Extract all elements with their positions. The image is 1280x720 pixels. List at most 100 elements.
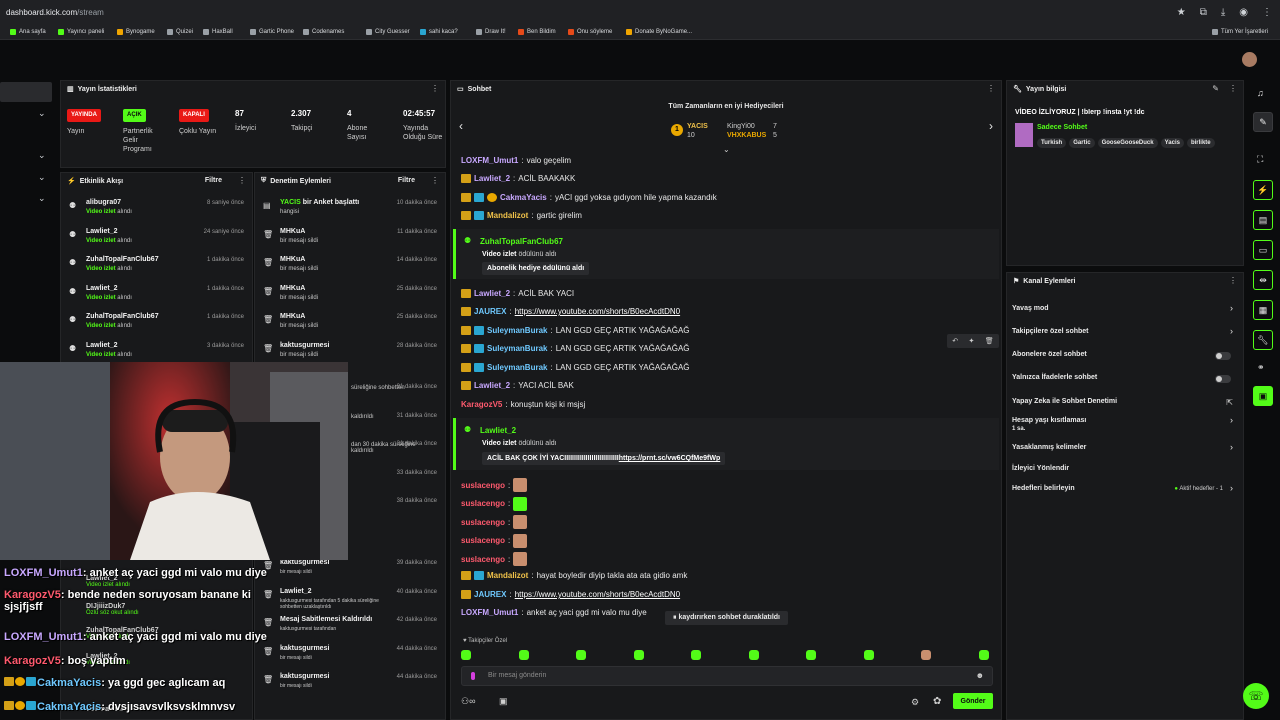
bookmark-item[interactable]: Codenames xyxy=(303,29,344,35)
quick-emote-icon[interactable] xyxy=(863,650,874,660)
chat-message[interactable]: KaragozV5: konuştun kişi ki msjsj xyxy=(461,400,585,409)
more-icon[interactable]: ⋮ xyxy=(1229,276,1237,285)
chat-username[interactable]: Lawliet_2 xyxy=(474,289,510,298)
chat-message[interactable]: suslacengo: xyxy=(461,478,528,492)
reward-user[interactable]: ZuhalTopalFanClub67 xyxy=(480,237,563,246)
chevron-down-icon[interactable]: ⌄ xyxy=(38,193,46,204)
quick-emote-icon[interactable] xyxy=(921,650,931,660)
chevron-right-icon[interactable]: › xyxy=(989,119,993,133)
quick-emote-icon[interactable] xyxy=(461,650,471,660)
quick-emote-icon[interactable] xyxy=(691,650,701,660)
bookmark-item[interactable]: HaxBall xyxy=(203,29,233,35)
quick-emote-icon[interactable] xyxy=(633,650,644,660)
send-button[interactable]: Gönder xyxy=(953,693,993,709)
more-icon[interactable]: ⋮ xyxy=(1229,84,1237,93)
help-button[interactable]: ☏ xyxy=(1243,683,1269,709)
expand-icon[interactable]: ⛶ xyxy=(1257,154,1263,165)
chat-username[interactable]: LOXFM_Umut1 xyxy=(461,156,518,165)
moderation-item[interactable]: 🗑︎ MHKuA bir mesajı sildi 25 dakika önce xyxy=(255,281,445,309)
chat-username[interactable]: suslacengo xyxy=(461,518,505,527)
profile-icon[interactable]: ◉ xyxy=(1239,7,1248,18)
chat-username[interactable]: SuleymanBurak xyxy=(487,363,547,372)
bookmark-item[interactable]: Donate ByNoGame... xyxy=(626,29,692,35)
chat-message[interactable]: Mandalizot: hayat boyledir diyip takla at… xyxy=(461,571,687,580)
quick-emote-icon[interactable] xyxy=(806,650,816,660)
toggle-switch[interactable] xyxy=(1215,375,1231,383)
chevron-left-icon[interactable]: ‹ xyxy=(459,119,463,133)
chat-message[interactable]: LOXFM_Umut1: valo geçelim xyxy=(461,156,571,165)
chat-username[interactable]: SuleymanBurak xyxy=(487,344,547,353)
chat-message[interactable]: Mandalizot: gartic girelim xyxy=(461,211,582,220)
badge-icon[interactable]: ▣ xyxy=(1253,386,1273,406)
filter-button[interactable]: Filtre xyxy=(398,177,415,184)
menu-icon[interactable]: ⋮ xyxy=(1262,7,1272,18)
bookmark-item[interactable]: Ana sayfa xyxy=(10,29,46,35)
chat-message[interactable]: SuleymanBurak: LAN GGD GEÇ ARTIK YAĞAĞAĞA… xyxy=(461,344,690,353)
mic-icon[interactable] xyxy=(471,672,475,680)
address-bar[interactable]: dashboard.kick.com/stream xyxy=(6,8,104,17)
layout-icon[interactable]: ▦ xyxy=(1253,300,1273,320)
chat-message[interactable]: SuleymanBurak: LAN GGD GEÇ ARTIK YAĞAĞAĞA… xyxy=(461,326,690,335)
channel-action-item[interactable]: Yapay Zeka ile Sohbet Denetimi ⇱ xyxy=(1007,398,1243,414)
chat-username[interactable]: suslacengo xyxy=(461,555,505,564)
bookmark-item[interactable]: Bynogame xyxy=(117,29,155,35)
chat-message[interactable]: SuleymanBurak: LAN GGD GEÇ ARTIK YAĞAĞAĞA… xyxy=(461,363,690,372)
moderation-item[interactable]: 🗑︎ MHKuA bir mesajı sildi 25 dakika önce xyxy=(255,309,445,337)
reward-user[interactable]: Lawliet_2 xyxy=(480,426,516,435)
chevron-down-icon[interactable]: ⌄ xyxy=(38,108,46,119)
chat-username[interactable]: Lawliet_2 xyxy=(474,381,510,390)
more-icon[interactable]: ⋮ xyxy=(238,176,246,185)
channel-action-item[interactable]: Hesap yaşı kısıtlaması 1 sa. › xyxy=(1007,415,1243,433)
chat-message[interactable]: suslacengo: xyxy=(461,496,528,511)
activity-item[interactable]: ⚉ alibugra07 Video izlet alındı 8 saniye ön… xyxy=(61,195,252,223)
reply-icon[interactable]: ↶ xyxy=(952,337,958,345)
bookmark-item[interactable]: Ben Bildim xyxy=(518,29,556,35)
document-icon[interactable]: ▤ xyxy=(1253,210,1273,230)
activity-item[interactable]: ⚉ ZuhalTopalFanClub67 Video izlet alındı 1 … xyxy=(61,309,252,337)
category-name[interactable]: Sadece Sohbet xyxy=(1037,124,1087,131)
tag-chip[interactable]: Turkish xyxy=(1037,138,1067,148)
star-icon[interactable]: ★ xyxy=(1177,7,1186,18)
share-icon[interactable]: ⚭ xyxy=(1257,362,1265,373)
tag-chip[interactable]: Yacis xyxy=(1160,138,1184,148)
moderation-item[interactable]: ▤ YACIS bir Anket başlattı hangisi 10 dakik… xyxy=(255,195,445,223)
chat-username[interactable]: suslacengo xyxy=(461,536,505,545)
chat-message[interactable]: CakmaYacis: yACI ggd yoksa gıdıyom hile y… xyxy=(461,193,717,202)
download-icon[interactable]: ⤓ xyxy=(1221,7,1225,18)
channel-action-item[interactable]: Yasaklanmış kelimeler › xyxy=(1007,442,1243,460)
quick-emote-icon[interactable] xyxy=(978,650,989,660)
chat-message[interactable]: Lawliet_2: YACI ACİL BAK xyxy=(461,381,574,390)
split-icon[interactable]: ⇹ xyxy=(1253,270,1273,290)
activity-item[interactable]: ⚉ Lawliet_2 Video izlet alındı 24 saniye ön… xyxy=(61,224,252,252)
reward-link[interactable]: https://prnt.sc/vw6CQfMe9fWp xyxy=(619,455,721,462)
pin-icon[interactable]: ✦ xyxy=(969,337,975,345)
more-icon[interactable]: ⋮ xyxy=(431,176,439,185)
bookmark-item[interactable]: Yayıncı paneli xyxy=(58,29,104,35)
sidebar-item-selected[interactable] xyxy=(0,82,52,102)
bookmark-item[interactable]: Onu söyleme xyxy=(568,29,612,35)
extensions-icon[interactable]: ⧉ xyxy=(1200,7,1207,18)
channel-action-item[interactable]: Hedefleri belirleyin ● Aktif hedefler - 1… xyxy=(1007,483,1243,501)
channel-action-item[interactable]: Takipçilere özel sohbet › xyxy=(1007,326,1243,344)
bookmark-item[interactable]: Gartic Phone xyxy=(250,29,294,35)
chat-username[interactable]: Lawliet_2 xyxy=(474,174,510,183)
activity-item[interactable]: ⚉ Lawliet_2 Video izlet alındı 1 dakika önc… xyxy=(61,281,252,309)
chat-message[interactable]: Lawliet_2: ACİL BAK YACI xyxy=(461,289,574,298)
filter-button[interactable]: Filtre xyxy=(205,177,222,184)
more-icon[interactable]: ⋮ xyxy=(431,84,439,93)
emoji-icon[interactable]: ☻ xyxy=(976,671,984,680)
chat-link[interactable]: https://www.youtube.com/shorts/B0ecAcdtD… xyxy=(515,307,680,316)
activity-item[interactable]: ⚉ ZuhalTopalFanClub67 Video izlet alındı 1 … xyxy=(61,252,252,280)
emote-picker-icon[interactable]: ✿ xyxy=(933,696,941,707)
chat-message[interactable]: Lawliet_2: ACİL BAAKAKK xyxy=(461,174,575,183)
chat-message[interactable]: LOXFM_Umut1: anket aç yaci ggd mi valo mu… xyxy=(461,608,647,617)
bookmark-item[interactable]: sahi kaca? xyxy=(420,29,458,35)
chat-paused-notice[interactable]: ⏸ kaydırırken sohbet duraklatıldı xyxy=(665,611,788,625)
more-icon[interactable]: ⋮ xyxy=(987,84,995,93)
wrench-icon[interactable]: 🔧︎ xyxy=(1253,330,1273,350)
chat-message[interactable]: JAUREX: https://www.youtube.com/shorts/B0… xyxy=(461,307,680,316)
chat-username[interactable]: LOXFM_Umut1 xyxy=(461,608,518,617)
chat-icon[interactable]: ▭ xyxy=(1253,240,1273,260)
toggle-switch[interactable] xyxy=(1215,352,1231,360)
channel-action-item[interactable]: Abonelere özel sohbet xyxy=(1007,351,1243,367)
